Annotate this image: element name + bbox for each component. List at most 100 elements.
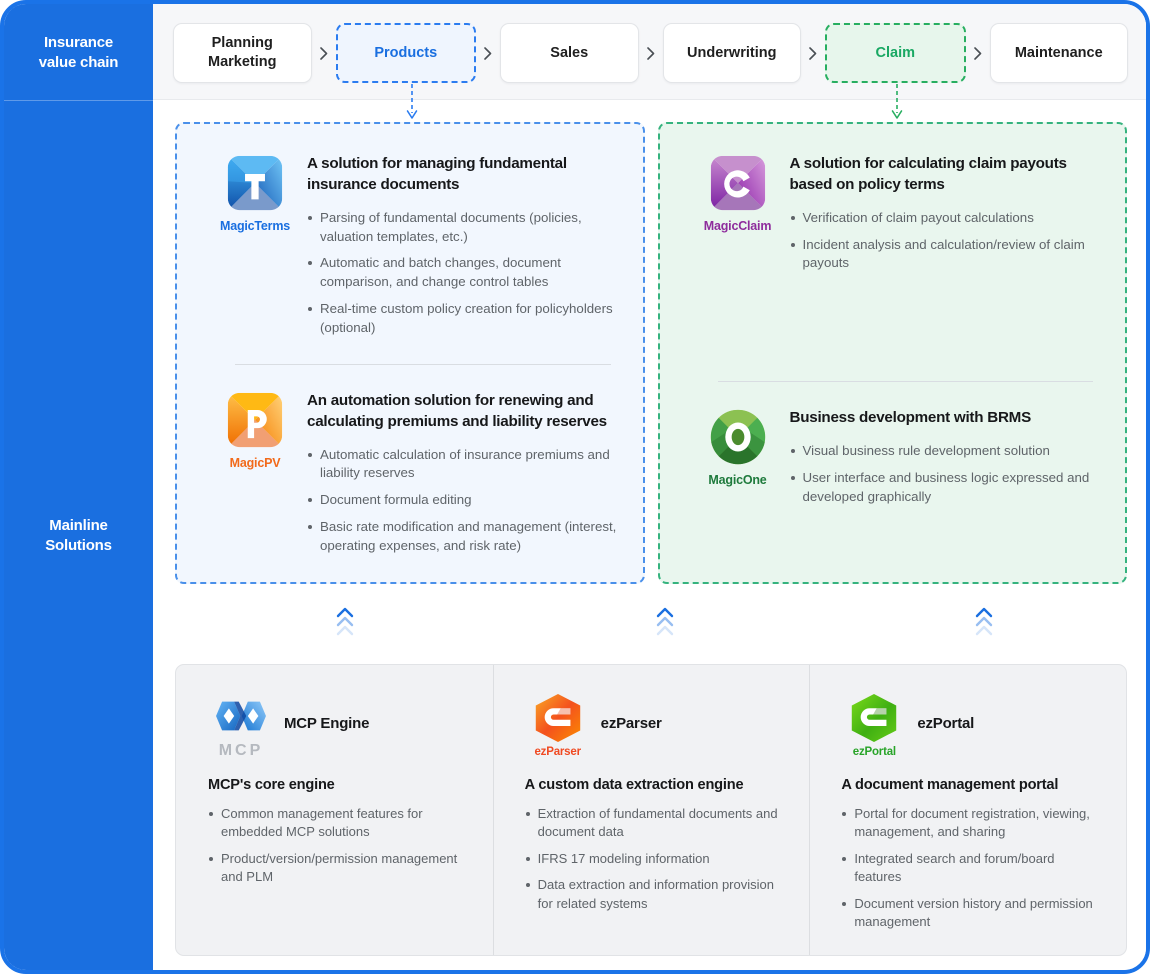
- chevron-right-icon: [966, 46, 990, 60]
- feature-item: Basic rate modification and management (…: [307, 518, 617, 556]
- chain-item-label: Planning Marketing: [208, 35, 277, 70]
- chain-item-label: Maintenance: [1014, 44, 1103, 61]
- panel-claim: MagicClaim A solution for calculating cl…: [657, 122, 1127, 584]
- product-logo-name: MagicOne: [708, 473, 767, 488]
- foundation-title: A document management portal: [841, 777, 1059, 793]
- upward-flow-indicators: [175, 600, 1127, 652]
- magicterms-logo-icon: [227, 155, 283, 211]
- feature-item: IFRS 17 modeling information: [525, 850, 782, 868]
- foundation-col-mcp-engine: MCP MCP Engine MCP's core engine Common …: [176, 665, 493, 955]
- foundation-logo-name: ezPortal: [852, 746, 896, 758]
- product-magicone: MagicOne Business development with BRMS …: [686, 406, 1100, 506]
- product-title: A solution for calculating claim payouts…: [789, 155, 1067, 193]
- magicpv-logo-icon: [227, 392, 283, 448]
- product-feature-list: Visual business rule development solutio…: [790, 442, 1100, 507]
- connector-arrow-products: [406, 84, 418, 119]
- product-feature-list: Automatic calculation of insurance premi…: [307, 446, 617, 556]
- foundation-feature-list: Portal for document registration, viewin…: [841, 805, 1098, 932]
- chevron-right-icon: [801, 46, 825, 60]
- foundation-label: ezParser: [600, 715, 662, 732]
- magicclaim-logo-icon: [710, 155, 765, 211]
- feature-item: Incident analysis and calculation/review…: [790, 236, 1100, 274]
- feature-item: Visual business rule development solutio…: [790, 442, 1100, 461]
- chevron-right-icon: [476, 46, 500, 60]
- foundation-label: MCP Engine: [284, 715, 370, 732]
- product-title: An automation solution for renewing and …: [307, 391, 607, 430]
- feature-item: Product/version/permission management an…: [208, 850, 465, 887]
- foundation-col-ezportal: ezPortal ezPortal A document management …: [809, 665, 1126, 955]
- product-magicclaim: MagicClaim A solution for calculating cl…: [686, 152, 1100, 273]
- foundation-header: ezParser ezParser: [525, 693, 782, 763]
- feature-item: Verification of claim payout calculation…: [790, 209, 1100, 228]
- chain-item-label: Products: [374, 44, 438, 61]
- chevron-up-stack-icon: [656, 607, 674, 636]
- panel-divider: [235, 363, 611, 365]
- feature-item: Parsing of fundamental documents (polici…: [307, 209, 617, 247]
- feature-item: Integrated search and forum/board featur…: [841, 850, 1098, 887]
- product-body: An automation solution for renewing and …: [307, 389, 617, 556]
- product-logo-group: MagicClaim: [686, 152, 790, 233]
- chain-item-label: Underwriting: [687, 44, 777, 61]
- connector-arrow-claim: [891, 84, 903, 119]
- chevron-up-stack-icon: [336, 607, 354, 636]
- product-logo-name: MagicClaim: [703, 219, 772, 233]
- diagram-frame: Insurance value chain Mainline Solutions P…: [0, 0, 1150, 974]
- chain-item-label: Claim: [875, 44, 916, 61]
- chevron-up-stack-icon: [975, 607, 993, 636]
- value-chain-strip: Planning Marketing Products Sales Underw…: [153, 4, 1146, 100]
- product-magicterms: MagicTerms A solution for managing funda…: [203, 152, 617, 338]
- ezportal-logo-icon: [852, 694, 897, 742]
- chevron-right-icon: [312, 46, 336, 60]
- feature-item: Portal for document registration, viewin…: [841, 805, 1098, 842]
- rail-label-value-chain: Insurance value chain: [38, 34, 119, 71]
- feature-item: Automatic calculation of insurance premi…: [307, 446, 617, 484]
- chain-item-maintenance[interactable]: Maintenance: [989, 23, 1128, 83]
- foundation-logo-name: ezParser: [534, 746, 581, 758]
- mcp-logo-icon: [216, 701, 266, 731]
- foundation-panel: MCP MCP Engine MCP's core engine Common …: [175, 664, 1127, 956]
- foundation-logo-group: ezParser: [525, 693, 591, 758]
- feature-item: Data extraction and information provisio…: [525, 876, 782, 913]
- feature-item: Automatic and batch changes, document co…: [307, 254, 617, 292]
- chain-item-underwriting[interactable]: Underwriting: [662, 23, 801, 83]
- foundation-col-ezparser: ezParser ezParser A custom data extracti…: [492, 665, 810, 955]
- foundation-label: ezPortal: [917, 715, 975, 732]
- left-rail: Insurance value chain Mainline Solutions: [4, 4, 153, 970]
- panel-products: MagicTerms A solution for managing funda…: [175, 122, 645, 584]
- foundation-feature-list: Common management features for embedded …: [208, 805, 465, 887]
- foundation-title: A custom data extraction engine: [524, 777, 744, 793]
- value-chain-row: Planning Marketing Products Sales Underw…: [173, 23, 1128, 83]
- product-logo-group: MagicPV: [203, 389, 307, 470]
- foundation-title: MCP's core engine: [208, 777, 335, 793]
- chain-item-products[interactable]: Products: [335, 23, 476, 83]
- chain-item-label: Sales: [550, 44, 589, 61]
- product-feature-list: Verification of claim payout calculation…: [790, 209, 1100, 274]
- content-area: Planning Marketing Products Sales Underw…: [153, 4, 1146, 970]
- solution-panels: MagicTerms A solution for managing funda…: [175, 122, 1127, 584]
- chain-item-claim[interactable]: Claim: [825, 23, 966, 83]
- foundation-logo-group: MCP: [208, 693, 274, 760]
- foundation-logo-group: ezPortal: [841, 693, 907, 758]
- chain-item-planning-marketing[interactable]: Planning Marketing: [173, 23, 312, 83]
- product-logo-name: MagicPV: [229, 455, 281, 470]
- foundation-feature-list: Extraction of fundamental documents and …: [525, 805, 782, 913]
- product-body: A solution for managing fundamental insu…: [307, 152, 617, 338]
- magicone-logo-icon: [710, 410, 765, 465]
- panel-divider: [717, 381, 1093, 383]
- product-logo-group: MagicOne: [686, 406, 790, 487]
- product-magicpv: MagicPV An automation solution for renew…: [203, 389, 617, 556]
- chain-item-sales[interactable]: Sales: [500, 23, 639, 83]
- foundation-header: MCP MCP Engine: [208, 693, 465, 763]
- feature-item: Real-time custom policy creation for pol…: [307, 300, 617, 338]
- product-body: A solution for calculating claim payouts…: [790, 152, 1100, 273]
- product-title: A solution for managing fundamental insu…: [307, 155, 567, 193]
- chevron-right-icon: [639, 46, 663, 60]
- product-logo-name: MagicTerms: [219, 219, 290, 233]
- product-title: Business development with BRMS: [789, 409, 1032, 427]
- product-feature-list: Parsing of fundamental documents (polici…: [307, 209, 617, 338]
- feature-item: Extraction of fundamental documents and …: [525, 805, 782, 842]
- feature-item: Document formula editing: [307, 491, 617, 510]
- ezparser-logo-icon: [535, 694, 580, 742]
- feature-item: Document version history and permission …: [841, 895, 1098, 932]
- foundation-header: ezPortal ezPortal: [841, 693, 1098, 763]
